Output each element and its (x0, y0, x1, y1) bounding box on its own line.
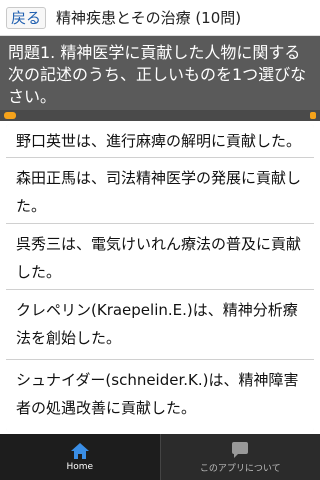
nav-about[interactable]: このアプリについて (161, 434, 320, 480)
nav-home[interactable]: Home (0, 434, 160, 480)
bottom-navigation: Home このアプリについて (0, 434, 320, 480)
nav-home-label: Home (66, 462, 94, 472)
answer-option-4[interactable]: クレペリン(Kraepelin.E.)は、精神分析療法を創始した。 (6, 290, 314, 360)
progress-end-marker (310, 112, 316, 119)
app-header: 戻る 精神疾患とその治療 (10問) (0, 0, 320, 36)
home-icon (70, 443, 89, 459)
nav-about-label: このアプリについて (199, 463, 281, 474)
question-panel: 問題1. 精神医学に貢献した人物に関する次の記述のうち、正しいものを1つ選びなさ… (0, 36, 320, 110)
back-button[interactable]: 戻る (6, 6, 47, 29)
answer-option-1[interactable]: 野口英世は、進行麻痺の解明に貢献した。 (6, 124, 314, 158)
answer-option-5[interactable]: シュナイダー(schneider.K.)は、精神障害者の処遇改善に貢献した。 (6, 360, 314, 432)
progress-track (0, 110, 320, 121)
answer-options-list: 野口英世は、進行麻痺の解明に貢献した。 森田正馬は、司法精神医学の発展に貢献した… (6, 124, 314, 432)
question-text: 問題1. 精神医学に貢献した人物に関する次の記述のうち、正しいものを1つ選びなさ… (8, 43, 307, 106)
speech-bubble-icon (232, 441, 249, 458)
progress-bar (4, 112, 16, 119)
answer-option-3[interactable]: 呉秀三は、電気けいれん療法の普及に貢献した。 (6, 224, 314, 290)
page-title: 精神疾患とその治療 (10問) (56, 9, 242, 27)
answer-option-2[interactable]: 森田正馬は、司法精神医学の発展に貢献した。 (6, 158, 314, 224)
